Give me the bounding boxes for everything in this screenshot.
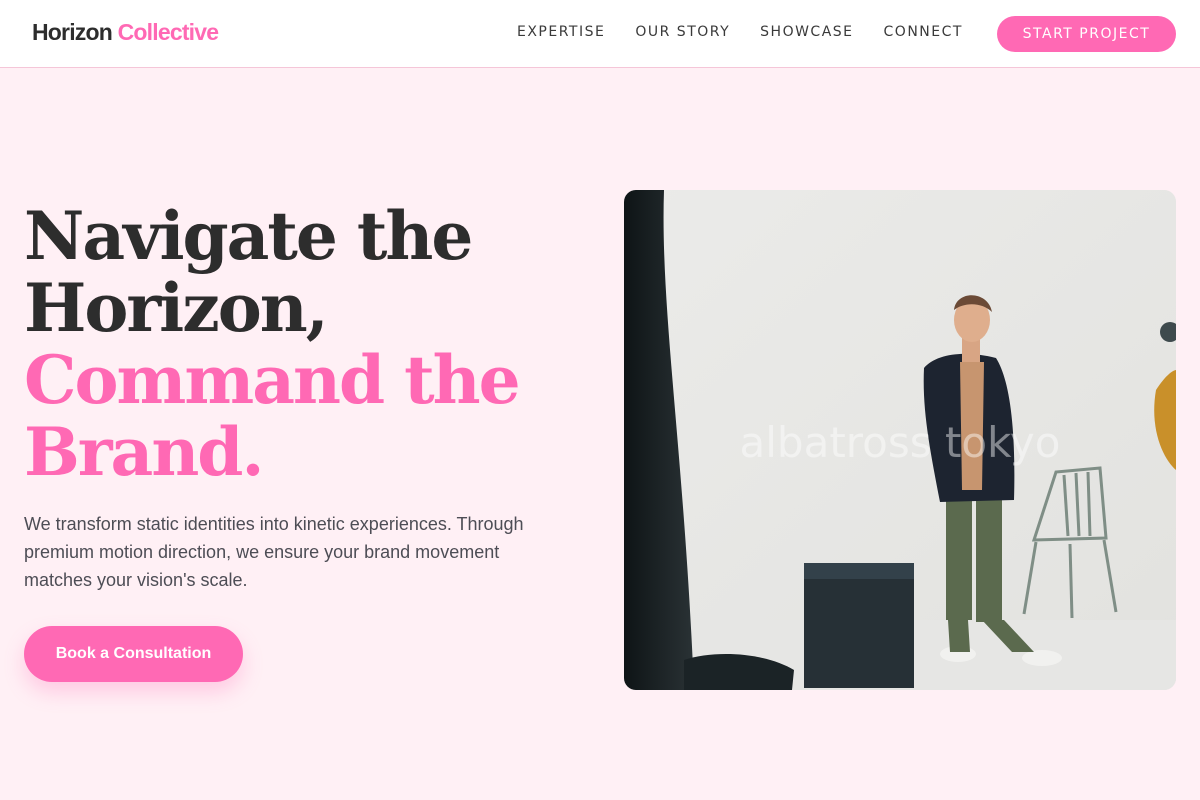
nav-link-expertise[interactable]: EXPERTISE [517, 24, 605, 40]
nav-links: EXPERTISE OUR STORY SHOWCASE CONNECT [517, 24, 993, 40]
hero-photo: albatross tokyo [624, 190, 1176, 690]
headline-line-1: Navigate the [24, 197, 473, 275]
book-consultation-button[interactable]: Book a Consultation [24, 626, 243, 682]
start-project-button[interactable]: START PROJECT [997, 16, 1176, 52]
nav-link-showcase[interactable]: SHOWCASE [760, 24, 853, 40]
hero-headline: Navigate the Horizon, Command the Brand. [24, 200, 584, 488]
headline-line-3: Command the [24, 341, 521, 419]
headline-line-2: Horizon, [24, 269, 329, 347]
top-navbar: Horizon Collective EXPERTISE OUR STORY S… [0, 0, 1200, 68]
hero-subtext: We transform static identities into kine… [24, 514, 524, 590]
nav-link-our-story[interactable]: OUR STORY [635, 24, 730, 40]
brand-logo-accent: Collective [117, 19, 219, 45]
nav-link-connect[interactable]: CONNECT [884, 24, 963, 40]
brand-logo[interactable]: Horizon Collective [32, 19, 219, 46]
brand-logo-primary: Horizon [32, 19, 113, 45]
headline-line-4: Brand. [24, 413, 264, 491]
image-watermark: albatross tokyo [739, 418, 1061, 467]
